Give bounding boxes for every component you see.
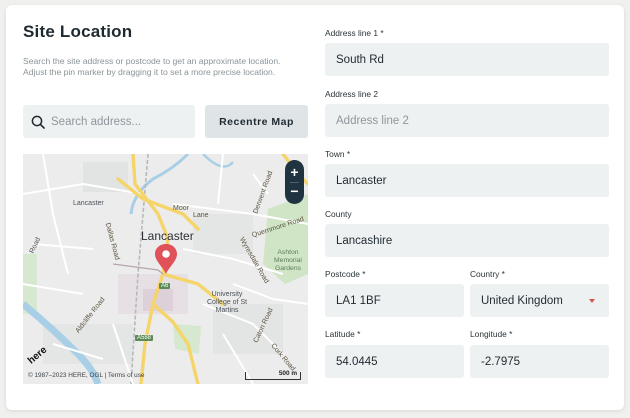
address1-input[interactable] (336, 53, 609, 66)
map-scale-bar: 500 m (245, 370, 301, 380)
county-input[interactable] (336, 234, 609, 247)
latitude-field[interactable] (325, 345, 464, 378)
caret-down-icon (589, 298, 595, 303)
address2-field[interactable] (325, 104, 609, 137)
latitude-input[interactable] (336, 355, 464, 368)
postcode-input[interactable] (336, 294, 464, 307)
search-input[interactable] (51, 115, 181, 128)
address1-field[interactable] (325, 43, 609, 76)
page-title: Site Location (23, 22, 133, 41)
map-label-moor: Moor (173, 205, 189, 212)
postcode-field[interactable] (325, 284, 464, 317)
map-shield-a6: A6 (159, 283, 171, 289)
postcode-label: Postcode * (325, 269, 366, 279)
map-shield-a588: A588 (135, 335, 154, 341)
page-description: Search the site address or postcode to g… (23, 56, 281, 77)
map-scale-label: 500 m (278, 370, 297, 377)
town-label: Town * (325, 149, 351, 159)
zoom-control: + − (285, 160, 304, 204)
address1-label: Address line 1 * (325, 28, 384, 38)
zoom-out-button[interactable]: − (285, 181, 304, 201)
county-field[interactable] (325, 224, 609, 257)
map-label-lane: Lane (193, 212, 209, 219)
county-label: County (325, 209, 352, 219)
address2-input[interactable] (336, 114, 609, 127)
location-map[interactable]: Lancaster Lancaster Moor Lane Quernmore … (23, 154, 308, 384)
longitude-label: Longitude * (470, 329, 513, 339)
country-selected-value: United Kingdom (481, 294, 563, 307)
zoom-in-button[interactable]: + (285, 162, 304, 182)
town-input[interactable] (336, 174, 609, 187)
address-search[interactable] (23, 105, 195, 138)
town-field[interactable] (325, 164, 609, 197)
map-label-ashton: Ashton Memorial Gardens (274, 249, 302, 272)
country-label: Country * (470, 269, 505, 279)
address2-label: Address line 2 (325, 89, 379, 99)
latitude-label: Latitude * (325, 329, 361, 339)
longitude-field[interactable] (470, 345, 609, 378)
search-icon (31, 115, 45, 129)
map-label-city: Lancaster (141, 229, 194, 243)
country-select[interactable]: United Kingdom (470, 284, 609, 317)
map-attribution[interactable]: © 1987–2023 HERE, OGL | Terms of use (28, 372, 145, 379)
recentre-map-button[interactable]: Recentre Map (205, 105, 308, 138)
longitude-input[interactable] (481, 355, 609, 368)
map-label-lancaster-small: Lancaster (73, 200, 104, 207)
map-label-university: University College of St Martins (207, 291, 248, 314)
